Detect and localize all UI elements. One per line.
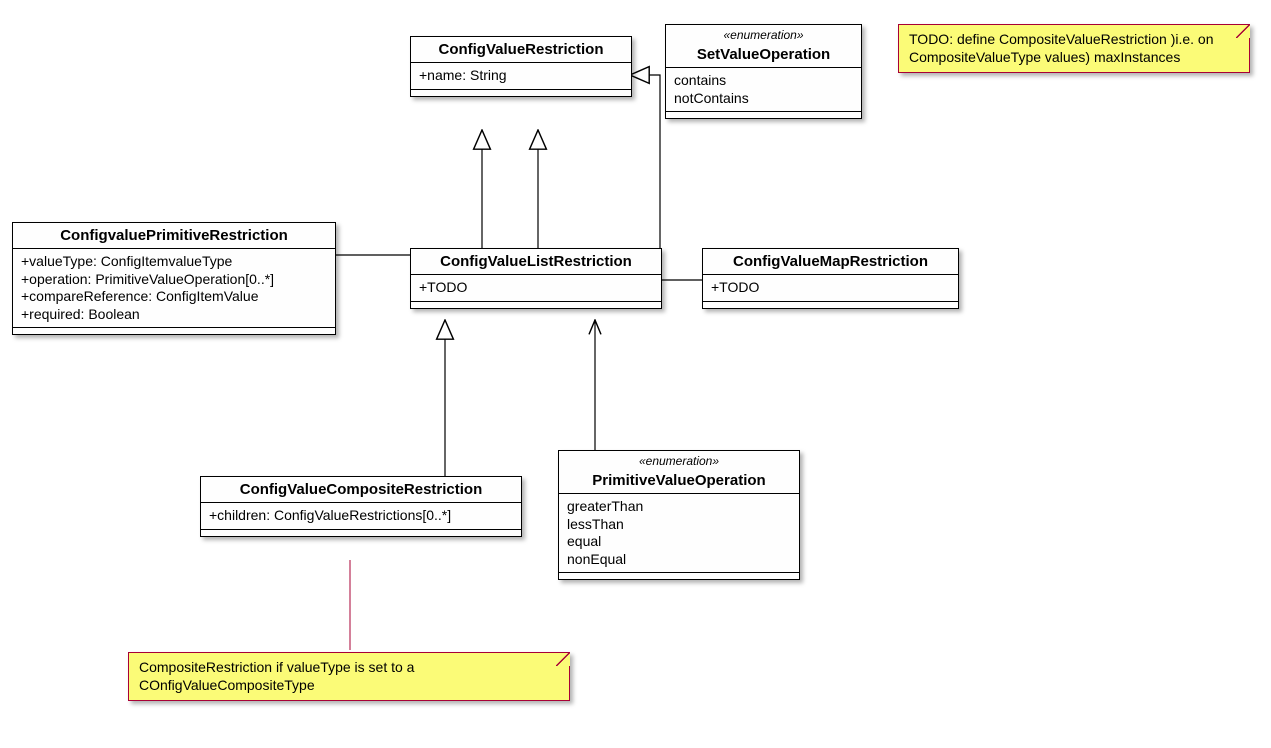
attr: +required: Boolean (21, 306, 327, 324)
connectors (0, 0, 1271, 748)
attr: +valueType: ConfigItemvalueType (21, 253, 327, 271)
note-composite: CompositeRestriction if valueType is set… (128, 652, 570, 701)
attr: greaterThan (567, 498, 791, 516)
class-SetValueOperation: «enumeration» SetValueOperation contains… (665, 24, 862, 119)
attr: +compareReference: ConfigItemValue (21, 288, 327, 306)
note-text: TODO: define CompositeValueRestriction )… (909, 31, 1214, 65)
attr: +TODO (419, 279, 653, 297)
class-title: SetValueOperation (666, 42, 861, 68)
class-title: ConfigValueCompositeRestriction (201, 477, 521, 503)
class-ops (666, 112, 861, 118)
stereotype: «enumeration» (666, 25, 861, 42)
attr: +TODO (711, 279, 950, 297)
class-attrs: greaterThan lessThan equal nonEqual (559, 494, 799, 573)
stereotype: «enumeration» (559, 451, 799, 468)
class-title: ConfigvaluePrimitiveRestriction (13, 223, 335, 249)
class-ConfigValueListRestriction: ConfigValueListRestriction +TODO (410, 248, 662, 309)
class-title: ConfigValueListRestriction (411, 249, 661, 275)
class-title: PrimitiveValueOperation (559, 468, 799, 494)
class-attrs: +children: ConfigValueRestrictions[0..*] (201, 503, 521, 530)
class-ops (201, 530, 521, 536)
note-todo: TODO: define CompositeValueRestriction )… (898, 24, 1250, 73)
class-attrs: contains notContains (666, 68, 861, 112)
class-ops (411, 90, 631, 96)
class-attrs: +TODO (703, 275, 958, 302)
class-ops (411, 302, 661, 308)
class-ops (559, 573, 799, 579)
attr: notContains (674, 90, 853, 108)
class-ops (703, 302, 958, 308)
class-ConfigvaluePrimitiveRestriction: ConfigvaluePrimitiveRestriction +valueTy… (12, 222, 336, 335)
attr: +children: ConfigValueRestrictions[0..*] (209, 507, 513, 525)
class-ConfigValueRestriction: ConfigValueRestriction +name: String (410, 36, 632, 97)
class-ConfigValueCompositeRestriction: ConfigValueCompositeRestriction +childre… (200, 476, 522, 537)
class-ConfigValueMapRestriction: ConfigValueMapRestriction +TODO (702, 248, 959, 309)
class-title: ConfigValueRestriction (411, 37, 631, 63)
class-attrs: +TODO (411, 275, 661, 302)
attr: equal (567, 533, 791, 551)
class-attrs: +name: String (411, 63, 631, 90)
class-title: ConfigValueMapRestriction (703, 249, 958, 275)
class-ops (13, 328, 335, 334)
attr: nonEqual (567, 551, 791, 569)
note-text: CompositeRestriction if valueType is set… (139, 659, 414, 693)
attr: lessThan (567, 516, 791, 534)
class-PrimitiveValueOperation: «enumeration» PrimitiveValueOperation gr… (558, 450, 800, 580)
class-attrs: +valueType: ConfigItemvalueType +operati… (13, 249, 335, 328)
attr: +name: String (419, 67, 623, 85)
attr: +operation: PrimitiveValueOperation[0..*… (21, 271, 327, 289)
attr: contains (674, 72, 853, 90)
